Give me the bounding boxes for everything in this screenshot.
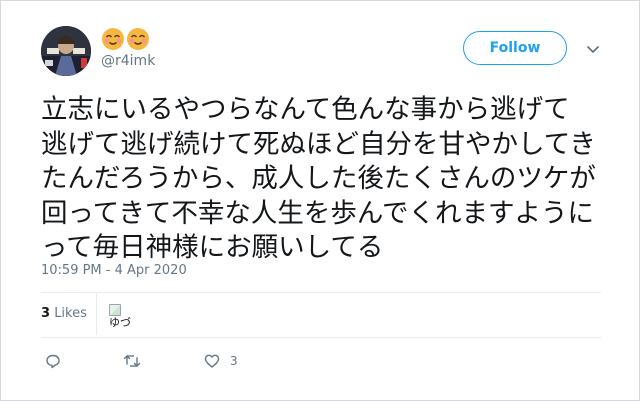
likes-stat[interactable]: 3 Likes (41, 306, 87, 321)
likes-label: Likes (54, 306, 87, 321)
reply-icon (46, 354, 60, 369)
divider (41, 337, 601, 338)
broken-image-icon (109, 304, 121, 316)
follow-button[interactable]: Follow (463, 31, 567, 65)
tweet-card: @r4imk Follow 立志にいるやつらなんて色んな事から逃げて 逃げて逃げ… (0, 0, 640, 401)
heart-icon (204, 354, 220, 368)
tweet-text-line: 立志にいるやつらなんて色んな事から逃げて (41, 94, 570, 125)
retweet-button[interactable] (123, 353, 151, 369)
like-count: 3 (230, 354, 238, 368)
smiling-face-icon (102, 28, 124, 50)
retweet-icon (123, 355, 141, 367)
user-handle[interactable]: @r4imk (101, 53, 155, 69)
liker-avatar[interactable]: ゆづ (109, 304, 131, 336)
divider (41, 292, 601, 293)
smiling-face-icon (127, 28, 149, 50)
likes-count: 3 (41, 306, 51, 321)
tweet-text-line: たんだろうから、成人した後たくさんのツケが (41, 163, 596, 194)
tweet-text: 立志にいるやつらなんて色んな事から逃げて 逃げて逃げ続けて死ぬほど自分を甘やかし… (41, 93, 601, 266)
tweet-text-line: 逃げて逃げ続けて死ぬほど自分を甘やかしてき (41, 128, 596, 160)
avatar[interactable] (41, 26, 91, 76)
tweet-timestamp[interactable]: 10:59 PM - 4 Apr 2020 (41, 263, 187, 278)
display-name[interactable] (101, 27, 150, 51)
liker-alt-text: ゆづ (109, 316, 131, 329)
chevron-down-icon[interactable] (585, 41, 601, 57)
avatar-image (41, 26, 91, 76)
tweet-text-line: 回ってきて不幸な人生を歩んでくれますように (41, 197, 595, 229)
divider (96, 293, 97, 335)
tweet-text-line: って毎日神様にお願いしてる (41, 232, 384, 263)
like-button[interactable]: 3 (204, 353, 238, 369)
reply-button[interactable] (45, 353, 71, 369)
